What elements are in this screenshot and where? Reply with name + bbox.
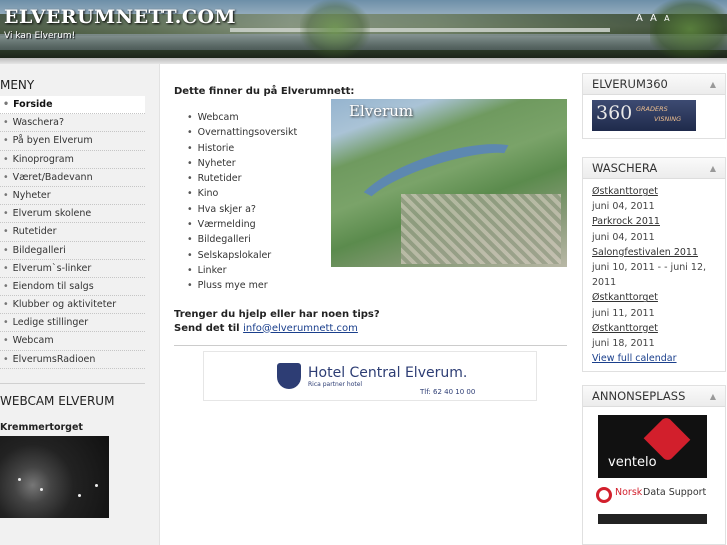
calendar-date: juni 18, 2011 — [592, 338, 655, 350]
hotel-phone: Tlf: 62 40 10 00 — [420, 387, 476, 396]
badge-number: 360 — [596, 102, 633, 124]
menu-item-pa-byen[interactable]: På byen Elverum — [0, 132, 145, 151]
norsk-text: Norsk — [615, 487, 643, 499]
box-header: WASCHERA ▲ — [583, 158, 725, 179]
rica-logo-icon — [277, 362, 301, 389]
webcam-light — [18, 477, 21, 481]
feature-item: Pluss mye mer — [187, 278, 568, 293]
badge-text: VISNING — [654, 115, 682, 123]
calendar-date: juni 04, 2011 — [592, 201, 655, 213]
main-menu: Forside Waschera? På byen Elverum Kinopr… — [0, 96, 145, 369]
header-tree — [300, 0, 370, 58]
webcam-image[interactable] — [0, 435, 109, 518]
menu-item-linker[interactable]: Elverum`s-linker — [0, 260, 145, 278]
aerial-town — [401, 194, 561, 264]
calendar-event[interactable]: Parkrock 2011 — [592, 214, 716, 229]
ventelo-text: ventelo — [608, 455, 657, 471]
norsk-logo-icon — [596, 487, 612, 504]
content-divider — [174, 344, 567, 346]
collapse-icon[interactable]: ▲ — [710, 158, 716, 179]
help-send: Send det til info@elverumnett.com — [174, 322, 568, 336]
menu-item-bildegalleri[interactable]: Bildegalleri — [0, 242, 145, 260]
menu-item-nyheter[interactable]: Nyheter — [0, 187, 145, 206]
menu-title: MENY — [0, 78, 35, 92]
hotel-name: Hotel Central Elverum. — [308, 364, 468, 381]
main-content: Dette finner du på Elverumnett: Webcam O… — [174, 64, 568, 401]
font-size-controls: A A A — [636, 13, 672, 24]
hotel-subtitle: Rica partner hotel — [308, 380, 363, 388]
header-bridge — [230, 28, 610, 32]
menu-item-forside[interactable]: Forside — [0, 96, 145, 115]
box-title: ELVERUM360 — [592, 77, 668, 91]
menu-item-waschera[interactable]: Waschera? — [0, 114, 145, 133]
box-header: ANNONSEPLASS ▲ — [583, 386, 725, 408]
hotel-banner[interactable]: Hotel Central Elverum. Rica partner hote… — [203, 350, 537, 401]
norsk-text: Data Support — [643, 487, 707, 499]
menu-item-webcam[interactable]: Webcam — [0, 332, 145, 351]
menu-item-eiendom[interactable]: Eiendom til salgs — [0, 278, 145, 297]
email-link[interactable]: info@elverumnett.com — [243, 323, 358, 334]
aerial-caption: Elverum — [349, 102, 414, 120]
collapse-icon[interactable]: ▲ — [710, 74, 716, 95]
calendar-date: juni 04, 2011 — [592, 231, 655, 243]
box-title: WASCHERA — [592, 161, 658, 175]
calendar-date: juni 11, 2011 — [592, 307, 655, 319]
menu-item-radioen[interactable]: ElverumsRadioen — [0, 351, 145, 369]
site-header: ELVERUMNETT.COM Vi kan Elverum! A A A — [0, 0, 727, 58]
aerial-photo: Elverum — [331, 99, 567, 267]
webcam-title: WEBCAM ELVERUM — [0, 393, 115, 408]
event-calendar: Østkanttorget juni 04, 2011 Parkrock 201… — [583, 179, 725, 371]
collapse-icon[interactable]: ▲ — [710, 386, 716, 407]
header-tree-right — [650, 0, 727, 58]
calendar-event[interactable]: Østkanttorget — [592, 184, 716, 199]
calendar-event[interactable]: Østkanttorget — [592, 321, 716, 336]
calendar-event[interactable]: Østkanttorget — [592, 290, 716, 305]
ad-banner[interactable] — [598, 514, 707, 525]
waschera-box: WASCHERA ▲ Østkanttorget juni 04, 2011 P… — [582, 157, 726, 373]
help-text: Trenger du hjelp eller har noen tips? Se… — [174, 308, 568, 336]
webcam-light — [78, 493, 81, 497]
box-header: ELVERUM360 ▲ — [583, 74, 725, 95]
menu-item-klubber[interactable]: Klubber og aktiviteter — [0, 296, 145, 315]
calendar-date: juni 10, 2011 - - juni 12, 2011 — [592, 262, 707, 289]
norsk-data-ad[interactable]: Norsk Data Support — [596, 484, 725, 506]
calendar-event[interactable]: Salongfestivalen 2011 — [592, 245, 716, 260]
annonseplass-box: ANNONSEPLASS ▲ ventelo Norsk Data Suppor… — [582, 385, 726, 545]
menu-item-stillinger[interactable]: Ledige stillinger — [0, 314, 145, 333]
menu-item-skolene[interactable]: Elverum skolene — [0, 205, 145, 224]
content-heading: Dette finner du på Elverumnett: — [174, 86, 355, 97]
menu-item-kinoprogram[interactable]: Kinoprogram — [0, 151, 145, 169]
right-sidebar: ELVERUM360 ▲ 360 GRADERS VISNING WASCHER… — [582, 64, 727, 545]
360-badge[interactable]: 360 GRADERS VISNING — [592, 100, 696, 131]
elverum360-box: ELVERUM360 ▲ 360 GRADERS VISNING — [582, 73, 726, 139]
webcam-light — [95, 483, 98, 487]
webcam-light — [40, 487, 43, 491]
help-line: Trenger du hjelp eller har noen tips? — [174, 308, 380, 320]
font-smaller-button[interactable]: A — [664, 14, 671, 23]
sidebar-divider — [0, 382, 145, 384]
help-send-label: Send det til — [174, 322, 240, 334]
ventelo-ad[interactable]: ventelo — [598, 415, 707, 479]
site-slogan: Vi kan Elverum! — [4, 31, 76, 41]
font-larger-button[interactable]: A — [636, 13, 645, 24]
webcam-caption: Kremmertorget — [0, 421, 83, 433]
menu-item-rutetider[interactable]: Rutetider — [0, 223, 145, 242]
site-logo[interactable]: ELVERUMNETT.COM — [4, 6, 236, 28]
view-calendar-link[interactable]: View full calendar — [592, 351, 716, 366]
box-title: ANNONSEPLASS — [592, 389, 686, 404]
menu-item-vaeret[interactable]: Været/Badevann — [0, 169, 145, 187]
badge-text: GRADERS — [636, 105, 668, 113]
left-sidebar: MENY Forside Waschera? På byen Elverum K… — [0, 64, 160, 545]
font-reset-button[interactable]: A — [650, 13, 659, 24]
